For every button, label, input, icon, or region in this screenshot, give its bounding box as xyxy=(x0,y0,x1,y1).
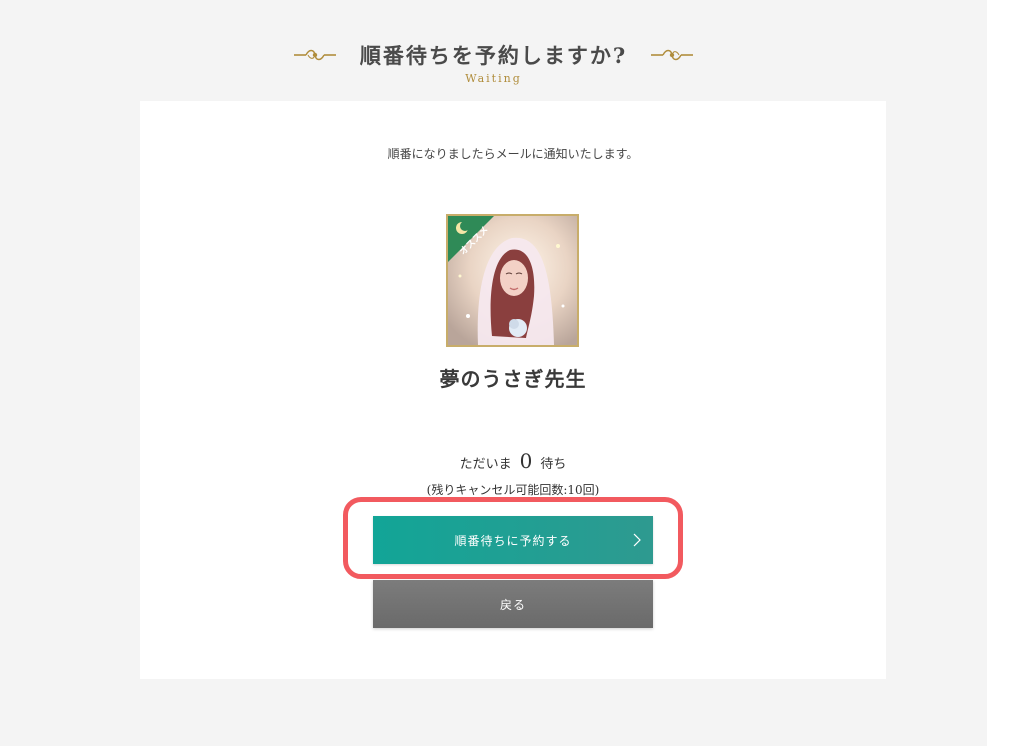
left-ornament-icon xyxy=(293,49,336,61)
chevron-right-icon xyxy=(633,533,641,547)
reserve-button-label: 順番待ちに予約する xyxy=(454,533,572,548)
back-button-label: 戻る xyxy=(499,597,526,612)
wait-prefix: ただいま xyxy=(459,457,512,472)
teacher-portrait-image: オススメ xyxy=(448,216,577,345)
teacher-avatar: オススメ xyxy=(446,214,579,347)
notification-notice: 順番になりましたらメールに通知いたします。 xyxy=(387,147,639,161)
remaining-cancel-count: (残りキャンセル可能回数:10回) xyxy=(426,483,600,497)
right-edge-strip xyxy=(987,0,1024,746)
teacher-name: 夢のうさぎ先生 xyxy=(439,367,587,391)
title-row: 順番待ちを予約しますか? xyxy=(0,40,987,70)
wait-status: ただいま 0 待ち xyxy=(140,449,886,473)
wait-suffix: 待ち xyxy=(540,457,567,472)
page-title: 順番待ちを予約しますか? xyxy=(359,43,628,68)
wait-count: 0 xyxy=(519,449,533,473)
page-header: 順番待ちを予約しますか? Waiting xyxy=(0,40,987,85)
reserve-waiting-button[interactable]: 順番待ちに予約する xyxy=(373,516,653,564)
page-subtitle: Waiting xyxy=(465,72,522,85)
right-ornament-icon xyxy=(651,49,694,61)
back-button[interactable]: 戻る xyxy=(373,580,653,628)
